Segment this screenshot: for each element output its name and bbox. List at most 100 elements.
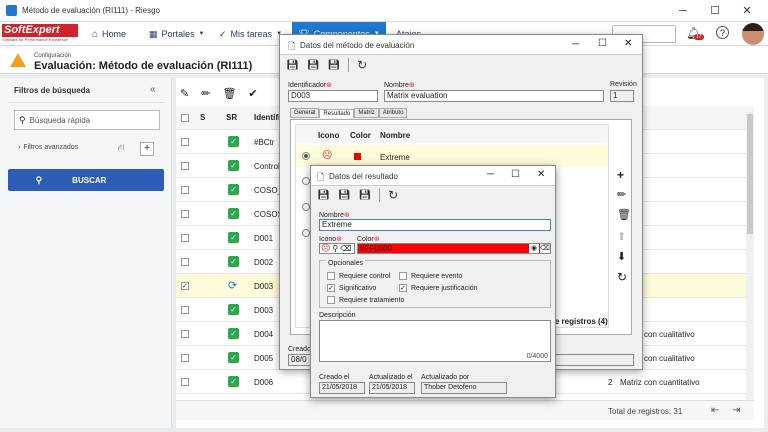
created-field: 21/05/2018 <box>319 382 365 394</box>
option-checkbox[interactable]: Requiere evento <box>399 272 462 280</box>
avatar[interactable] <box>742 23 764 45</box>
trash-icon[interactable]: 🗑︎ <box>617 208 631 221</box>
select-all-checkbox[interactable] <box>181 114 189 122</box>
row-radio[interactable] <box>302 152 310 160</box>
tab-matriz[interactable]: Matriz <box>354 108 379 118</box>
minimize-icon[interactable]: ─ <box>572 39 579 50</box>
id-field[interactable]: D003 <box>288 90 378 102</box>
refresh-icon[interactable]: ↻ <box>617 270 627 284</box>
row-checkbox[interactable] <box>181 234 189 242</box>
dialog-title: Datos del resultado <box>329 172 398 181</box>
col-s[interactable]: S <box>200 113 205 122</box>
icon-picker[interactable]: ☹ ⚲ ⌫ <box>319 243 355 254</box>
save-close-icon[interactable]: 💾︎ <box>358 190 371 201</box>
save-new-icon[interactable]: 💾︎ <box>317 190 330 201</box>
option-checkbox[interactable]: ✓ Requiere justificación <box>399 284 478 292</box>
tab-atributo[interactable]: Atributo <box>378 108 408 118</box>
broom-icon[interactable]: ⛙ <box>118 142 124 154</box>
warning-icon <box>10 53 26 67</box>
option-checkbox[interactable]: ✓ Significativo <box>327 284 376 292</box>
save-icon[interactable]: 💾︎ <box>338 190 351 201</box>
col-sr[interactable]: SR <box>226 113 237 122</box>
collapse-icon[interactable]: « <box>150 84 156 95</box>
minimize-icon[interactable]: ─ <box>487 169 494 180</box>
row-checkbox[interactable] <box>181 210 189 218</box>
search-button[interactable]: ⚲ BUSCAR <box>8 169 164 191</box>
window-title: Método de evaluación (RI111) - Riesgo <box>22 6 160 15</box>
row-checkbox[interactable] <box>181 378 189 386</box>
status-check-icon: ✓ <box>228 328 239 339</box>
results-row[interactable]: ☹ Extreme <box>296 145 608 167</box>
maximize-icon[interactable]: ☐ <box>598 38 607 49</box>
nav-portales[interactable]: ▦ Portales ▼ <box>149 22 205 46</box>
last-page-icon[interactable]: ⇥ <box>732 405 740 416</box>
row-checkbox[interactable] <box>181 258 189 266</box>
row-checkbox[interactable] <box>181 330 189 338</box>
refresh-icon[interactable]: ↻ <box>388 188 398 202</box>
row-checkbox[interactable] <box>181 354 189 362</box>
status-check-icon: ✓ <box>228 232 239 243</box>
app-icon <box>6 5 17 16</box>
save-icon[interactable]: 💾︎ <box>307 60 320 71</box>
advanced-filters-toggle[interactable]: › Filtros avanzados <box>18 144 78 151</box>
option-checkbox[interactable]: Requiere control <box>327 272 390 280</box>
check-icon: ✓ <box>219 28 227 39</box>
color-field[interactable]: #FF0000 ◉ ⌫ <box>357 243 551 254</box>
nav-home[interactable]: ⌂ Home <box>92 22 126 46</box>
quick-search-input[interactable]: ⚲ Búsqueda rápida <box>14 110 160 130</box>
updated-by-field <box>548 354 634 366</box>
add-icon[interactable]: + <box>617 168 624 182</box>
save-close-icon[interactable]: 💾︎ <box>327 60 340 71</box>
row-checkbox[interactable] <box>181 306 189 314</box>
status-check-icon: ✓ <box>228 184 239 195</box>
description-textarea[interactable]: 0/4000 <box>319 320 551 362</box>
help-icon[interactable]: ? <box>716 26 729 39</box>
refresh-icon[interactable]: ↻ <box>357 58 367 72</box>
maximize-icon[interactable]: ☐ <box>708 4 722 18</box>
first-page-icon[interactable]: ⇤ <box>711 405 719 416</box>
row-radio[interactable] <box>302 229 310 237</box>
pencil-icon[interactable]: ✏ <box>617 188 626 201</box>
result-name-field[interactable]: Extreme <box>319 219 551 231</box>
checkbox[interactable] <box>399 272 407 280</box>
row-radio[interactable] <box>302 203 310 211</box>
grid-scrollbar[interactable] <box>746 112 754 412</box>
softexpert-logo[interactable]: SoftExpert Software for Performance Exce… <box>2 24 78 44</box>
checkbox[interactable]: ✓ <box>327 284 335 292</box>
checkbox[interactable] <box>327 272 335 280</box>
id-label: Identificador⊛ <box>288 82 333 89</box>
check-icon[interactable]: ✔ <box>248 87 257 100</box>
minimize-icon[interactable]: ─ <box>676 4 690 18</box>
dialog-titlebar: 🗋 Datos del método de evaluación ─ ☐ ✕ <box>280 35 642 55</box>
breadcrumb[interactable]: Configuración <box>34 53 71 59</box>
grid-footer: Total de registros: 31 ⇤ ⇥ <box>176 400 754 420</box>
close-icon[interactable]: ✕ <box>624 38 632 49</box>
close-icon[interactable]: ✕ <box>537 169 545 180</box>
tab-resultado[interactable]: Resultado <box>319 108 355 118</box>
close-icon[interactable]: ✕ <box>740 4 754 18</box>
result-dialog: 🗋 Datos del resultado ─ ☐ ✕ 💾︎ 💾︎ 💾︎ ↻ N… <box>310 165 556 398</box>
option-checkbox[interactable]: Requiere tratamiento <box>327 296 404 304</box>
eraser-icon: ⌫ <box>340 244 352 253</box>
maximize-icon[interactable]: ☐ <box>511 169 520 180</box>
name-field[interactable]: Matrix evaluation <box>384 90 604 102</box>
add-filter-button[interactable]: + <box>140 142 154 156</box>
save-new-icon[interactable]: 💾︎ <box>286 60 299 71</box>
notification-badge: 17 <box>694 34 704 40</box>
row-checkbox[interactable] <box>181 138 189 146</box>
nav-mis-tareas[interactable]: ✓Mis tareas▼ <box>219 22 282 46</box>
move-up-icon[interactable]: ⬆ <box>617 230 626 243</box>
checkbox[interactable] <box>327 296 335 304</box>
row-checkbox[interactable]: ✓ <box>181 282 189 290</box>
row-radio[interactable] <box>302 177 310 185</box>
checkbox[interactable]: ✓ <box>399 284 407 292</box>
pencil-icon[interactable]: ✏ <box>201 87 210 100</box>
row-checkbox[interactable] <box>181 186 189 194</box>
updated-label: Actualizado el <box>369 374 413 381</box>
tab-general[interactable]: General <box>290 108 320 118</box>
move-down-icon[interactable]: ⬇ <box>617 250 626 263</box>
trash-icon[interactable]: 🗑︎ <box>222 87 236 100</box>
status-check-icon: ✓ <box>228 376 239 387</box>
row-checkbox[interactable] <box>181 162 189 170</box>
edit-doc-icon[interactable]: ✎ <box>180 87 189 100</box>
